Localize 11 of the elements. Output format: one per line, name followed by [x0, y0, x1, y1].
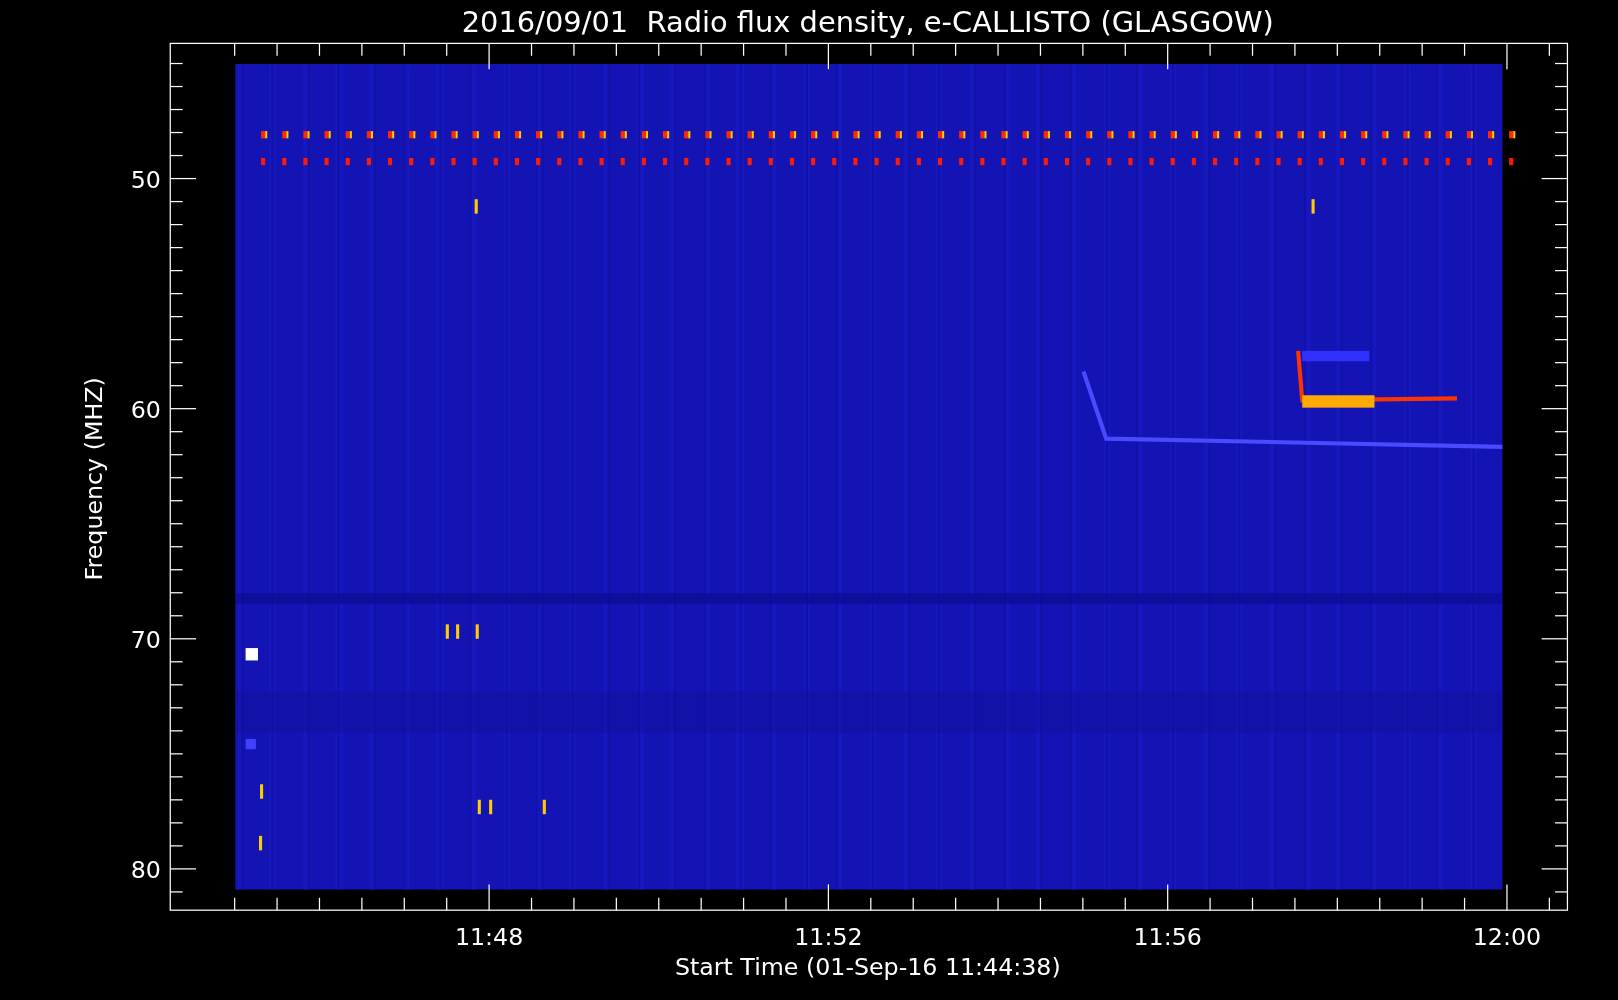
axis-title: Frequency (MHZ)	[80, 377, 109, 581]
tick-label: 60	[130, 395, 161, 424]
tick-label: 50	[130, 165, 161, 194]
tick-label: 12:00	[1472, 923, 1542, 952]
axis-title: Start Time (01-Sep-16 11:44:38)	[674, 953, 1061, 982]
tick-label: 80	[130, 856, 161, 885]
tick-label: 11:56	[1133, 923, 1202, 952]
chart-title: 2016/09/01 Radio flux density, e-CALLISTO (GLASGOW)	[461, 5, 1274, 40]
tick-label: 11:52	[794, 923, 863, 952]
tick-label: 11:48	[454, 923, 524, 952]
tick-label: 70	[130, 626, 161, 655]
